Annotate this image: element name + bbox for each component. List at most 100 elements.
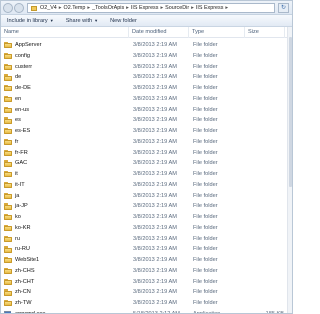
file-type: File folder bbox=[193, 246, 218, 253]
file-type: File folder bbox=[193, 257, 218, 263]
file-row[interactable]: ru 3/8/2013 2:19 AM File folder bbox=[1, 234, 287, 245]
file-name: en bbox=[15, 95, 22, 102]
folder-icon bbox=[4, 85, 12, 92]
file-type: File folder bbox=[193, 138, 218, 145]
file-row[interactable]: it 3/8/2013 2:19 AM File folder bbox=[1, 169, 287, 180]
file-type: File folder bbox=[193, 224, 218, 231]
file-row[interactable]: GAC 3/8/2013 2:19 AM File folder bbox=[1, 158, 287, 169]
file-name: zh-TW bbox=[15, 300, 32, 306]
chevron-right-icon[interactable]: ▸ bbox=[160, 5, 163, 11]
file-size bbox=[249, 94, 284, 105]
file-name: config bbox=[15, 52, 30, 59]
folder-icon bbox=[4, 257, 12, 264]
file-type: File folder bbox=[193, 278, 218, 285]
breadcrumb-item[interactable]: O2.Temp bbox=[64, 5, 86, 11]
refresh-icon[interactable]: ↻ bbox=[278, 3, 289, 13]
file-row[interactable]: WebSite1 3/8/2013 2:19 AM File folder bbox=[1, 255, 287, 266]
include-in-library-label: Include in library bbox=[7, 17, 48, 24]
file-row[interactable]: es-ES 3/8/2013 2:19 AM File folder bbox=[1, 126, 287, 137]
chevron-right-icon[interactable]: ▸ bbox=[126, 5, 129, 11]
file-name: GAC bbox=[15, 160, 28, 167]
scrollbar-thumb[interactable] bbox=[288, 37, 292, 187]
file-name: fr-FR bbox=[15, 149, 28, 156]
file-row[interactable]: fr-FR 3/8/2013 2:19 AM File folder bbox=[1, 148, 287, 159]
new-folder-button[interactable]: New folder bbox=[110, 18, 137, 24]
column-header-date-modified[interactable]: Date modified bbox=[129, 27, 189, 38]
file-row[interactable]: es 3/8/2013 2:19 AM File folder bbox=[1, 115, 287, 126]
file-row[interactable]: ru-RU 3/8/2013 2:19 AM File folder bbox=[1, 244, 287, 255]
file-date-modified: 3/8/2013 2:19 AM bbox=[133, 63, 177, 70]
vertical-scrollbar[interactable] bbox=[287, 27, 292, 313]
folder-icon bbox=[4, 95, 12, 103]
folder-icon bbox=[4, 149, 12, 156]
file-type: File folder bbox=[193, 171, 218, 177]
share-with-button[interactable]: Share with ▼ bbox=[66, 18, 98, 24]
file-date-modified: 3/8/2013 2:19 AM bbox=[133, 138, 177, 145]
chevron-right-icon[interactable]: ▸ bbox=[59, 5, 62, 11]
file-name: es-ES bbox=[15, 128, 31, 134]
file-row[interactable]: fr 3/8/2013 2:19 AM File folder bbox=[1, 137, 287, 148]
file-row[interactable]: de-DE 3/8/2013 2:19 AM File folder bbox=[1, 83, 287, 94]
file-size bbox=[249, 244, 284, 255]
file-size bbox=[249, 158, 284, 169]
file-size bbox=[249, 126, 284, 137]
chevron-right-icon[interactable]: ▸ bbox=[87, 5, 90, 11]
include-in-library-button[interactable]: Include in library ▼ bbox=[7, 18, 54, 24]
file-row[interactable]: zh-CHS 3/8/2013 2:19 AM File folder bbox=[1, 266, 287, 277]
back-arrow-icon[interactable] bbox=[3, 3, 13, 13]
file-name: de bbox=[15, 74, 22, 81]
file-row[interactable]: zh-CHT 3/8/2013 2:19 AM File folder bbox=[1, 277, 287, 288]
file-date-modified: 3/8/2013 2:19 AM bbox=[133, 181, 177, 188]
breadcrumb-item[interactable]: IIS Express bbox=[196, 5, 224, 11]
breadcrumb-item[interactable]: SourceDir bbox=[165, 5, 189, 11]
file-size bbox=[249, 180, 284, 191]
file-row[interactable]: de 3/8/2013 2:19 AM File folder bbox=[1, 72, 287, 83]
column-header-type[interactable]: Type bbox=[189, 27, 245, 38]
folder-icon bbox=[4, 117, 12, 124]
file-row[interactable]: zh-CN 3/8/2013 2:19 AM File folder bbox=[1, 287, 287, 298]
file-name: ja-JP bbox=[15, 203, 28, 210]
chevron-down-icon: ▼ bbox=[94, 17, 99, 23]
folder-icon bbox=[4, 52, 12, 60]
folder-icon bbox=[4, 42, 12, 49]
column-header-size[interactable]: Size bbox=[245, 27, 285, 38]
file-row[interactable]: appcmd.exe 5/18/2013 2:12 AM Application 18… bbox=[1, 309, 287, 313]
file-row[interactable]: ko 3/8/2013 2:19 AM File folder bbox=[1, 212, 287, 223]
file-name: it bbox=[15, 171, 18, 177]
file-row[interactable]: ja 3/8/2013 2:19 AM File folder bbox=[1, 191, 287, 202]
column-header-name[interactable]: Name bbox=[1, 27, 129, 38]
file-row[interactable]: AppServer 3/8/2013 2:19 AM File folder bbox=[1, 40, 287, 51]
file-date-modified: 3/8/2013 2:19 AM bbox=[133, 300, 177, 306]
file-name: AppServer bbox=[15, 42, 42, 48]
forward-arrow-icon[interactable] bbox=[14, 3, 24, 13]
file-type: File folder bbox=[193, 267, 218, 274]
file-size bbox=[249, 266, 284, 277]
folder-icon bbox=[4, 192, 12, 199]
file-type: File folder bbox=[193, 160, 218, 167]
file-row[interactable]: it-IT 3/8/2013 2:19 AM File folder bbox=[1, 180, 287, 191]
file-row[interactable]: en-us 3/8/2013 2:19 AM File folder bbox=[1, 105, 287, 116]
folder-icon bbox=[4, 160, 12, 167]
folder-icon bbox=[4, 63, 12, 70]
breadcrumb-item[interactable]: O2_V4 bbox=[40, 5, 57, 11]
breadcrumb-item[interactable]: _ToolsOrApis bbox=[92, 5, 124, 11]
file-name: es bbox=[15, 117, 21, 124]
file-row[interactable]: ko-KR 3/8/2013 2:19 AM File folder bbox=[1, 223, 287, 234]
file-row[interactable]: config 3/8/2013 2:19 AM File folder bbox=[1, 51, 287, 62]
file-date-modified: 3/8/2013 2:19 AM bbox=[133, 85, 177, 91]
file-date-modified: 3/8/2013 2:19 AM bbox=[133, 52, 177, 59]
breadcrumb-item[interactable]: IIS Express bbox=[131, 5, 159, 11]
file-name: ru bbox=[15, 235, 20, 242]
file-date-modified: 3/8/2013 2:19 AM bbox=[133, 171, 177, 177]
folder-icon bbox=[31, 5, 37, 11]
file-row[interactable]: zh-TW 3/8/2013 2:19 AM File folder bbox=[1, 298, 287, 309]
file-row[interactable]: custerr 3/8/2013 2:19 AM File folder bbox=[1, 62, 287, 73]
file-row[interactable]: ja-JP 3/8/2013 2:19 AM File folder bbox=[1, 201, 287, 212]
chevron-right-icon[interactable]: ▸ bbox=[225, 5, 228, 11]
file-type: File folder bbox=[193, 128, 218, 134]
file-row[interactable]: en 3/8/2013 2:19 AM File folder bbox=[1, 94, 287, 105]
address-breadcrumb[interactable]: O2_V4 ▸ O2.Temp ▸ _ToolsOrApis ▸ IIS Exp… bbox=[27, 3, 275, 13]
file-size bbox=[249, 201, 284, 212]
chevron-right-icon[interactable]: ▸ bbox=[191, 5, 194, 11]
file-name: ko-KR bbox=[15, 224, 31, 231]
